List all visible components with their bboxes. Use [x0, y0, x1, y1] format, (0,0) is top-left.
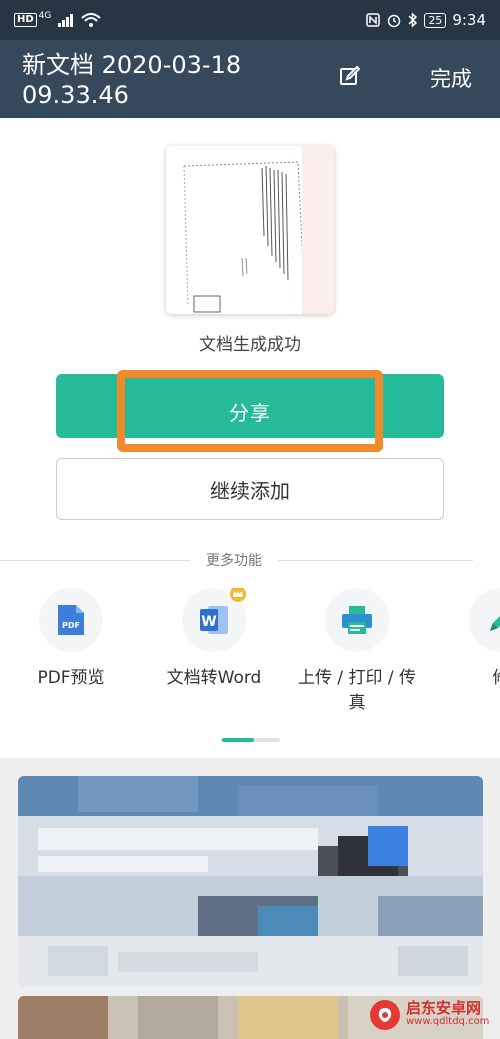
feature-pdf-preview[interactable]: PDF PDF预览 — [6, 588, 136, 691]
clock-text: 9:34 — [452, 11, 486, 29]
more-functions-label: 更多功能 — [206, 553, 262, 569]
continue-adding-button[interactable]: 继续添加 — [56, 458, 444, 520]
network-label: 4G — [38, 11, 52, 21]
hd-badge: HD — [14, 13, 37, 27]
edit-icon — [338, 64, 362, 92]
wifi-icon — [81, 13, 102, 27]
edit-title-button[interactable] — [336, 64, 364, 92]
nfc-icon — [366, 13, 381, 27]
feature-label: 上传 / 打印 / 传真 — [297, 668, 417, 713]
svg-text:PDF: PDF — [62, 621, 80, 630]
watermark-logo-icon — [370, 1000, 400, 1030]
svg-text:W: W — [201, 614, 216, 630]
signal-icon — [57, 13, 75, 27]
pdf-icon: PDF — [39, 588, 103, 652]
success-message: 文档生成成功 — [199, 335, 301, 355]
word-icon: W — [182, 588, 248, 652]
feature-doc-to-word[interactable]: W 文档转Word — [149, 588, 279, 691]
page-indicator-active — [222, 738, 254, 742]
feature-label: PDF预览 — [37, 668, 105, 688]
watermark-url: www.qdltdq.com — [406, 1016, 490, 1027]
share-highlight-box[interactable]: 分享 — [117, 370, 383, 452]
printer-icon — [325, 588, 389, 652]
page-indicator — [222, 738, 280, 742]
document-thumbnail[interactable] — [166, 146, 334, 314]
status-bar: HD 4G 25 9:34 — [0, 0, 500, 40]
document-title: 新文档 2020-03-18 09.33.46 — [22, 51, 242, 109]
main-content: 文档生成成功 分享 继续添加 更多功能 PDF PDF预览 W 文档转Word — [0, 118, 500, 758]
watermark-name: 启东安卓网 — [406, 999, 482, 1017]
title-bar: 新文档 2020-03-18 09.33.46 完成 — [0, 40, 500, 118]
share-label: 分享 — [229, 400, 271, 425]
feature-label: 修 — [436, 666, 500, 691]
site-watermark: 启东安卓网 www.qdltdq.com — [370, 1000, 489, 1030]
watermark-text: 启东安卓网 www.qdltdq.com — [406, 1001, 489, 1029]
alarm-icon — [386, 12, 402, 28]
bluetooth-icon — [408, 12, 418, 28]
ad-banner[interactable] — [18, 776, 483, 986]
divider-line-left — [0, 559, 190, 561]
pen-icon — [469, 588, 500, 652]
done-button[interactable]: 完成 — [430, 64, 472, 94]
feature-row: PDF PDF预览 W 文档转Word 上传 / 打印 / 传真 修 — [0, 588, 500, 728]
feature-upload-print-fax[interactable]: 上传 / 打印 / 传真 — [292, 588, 422, 716]
more-functions-divider: 更多功能 — [0, 550, 500, 570]
feature-label: 文档转Word — [166, 668, 262, 688]
feature-edit[interactable]: 修 — [436, 588, 500, 691]
battery-indicator: 25 — [424, 12, 447, 28]
crown-icon — [228, 588, 248, 604]
divider-line-right — [278, 559, 473, 561]
